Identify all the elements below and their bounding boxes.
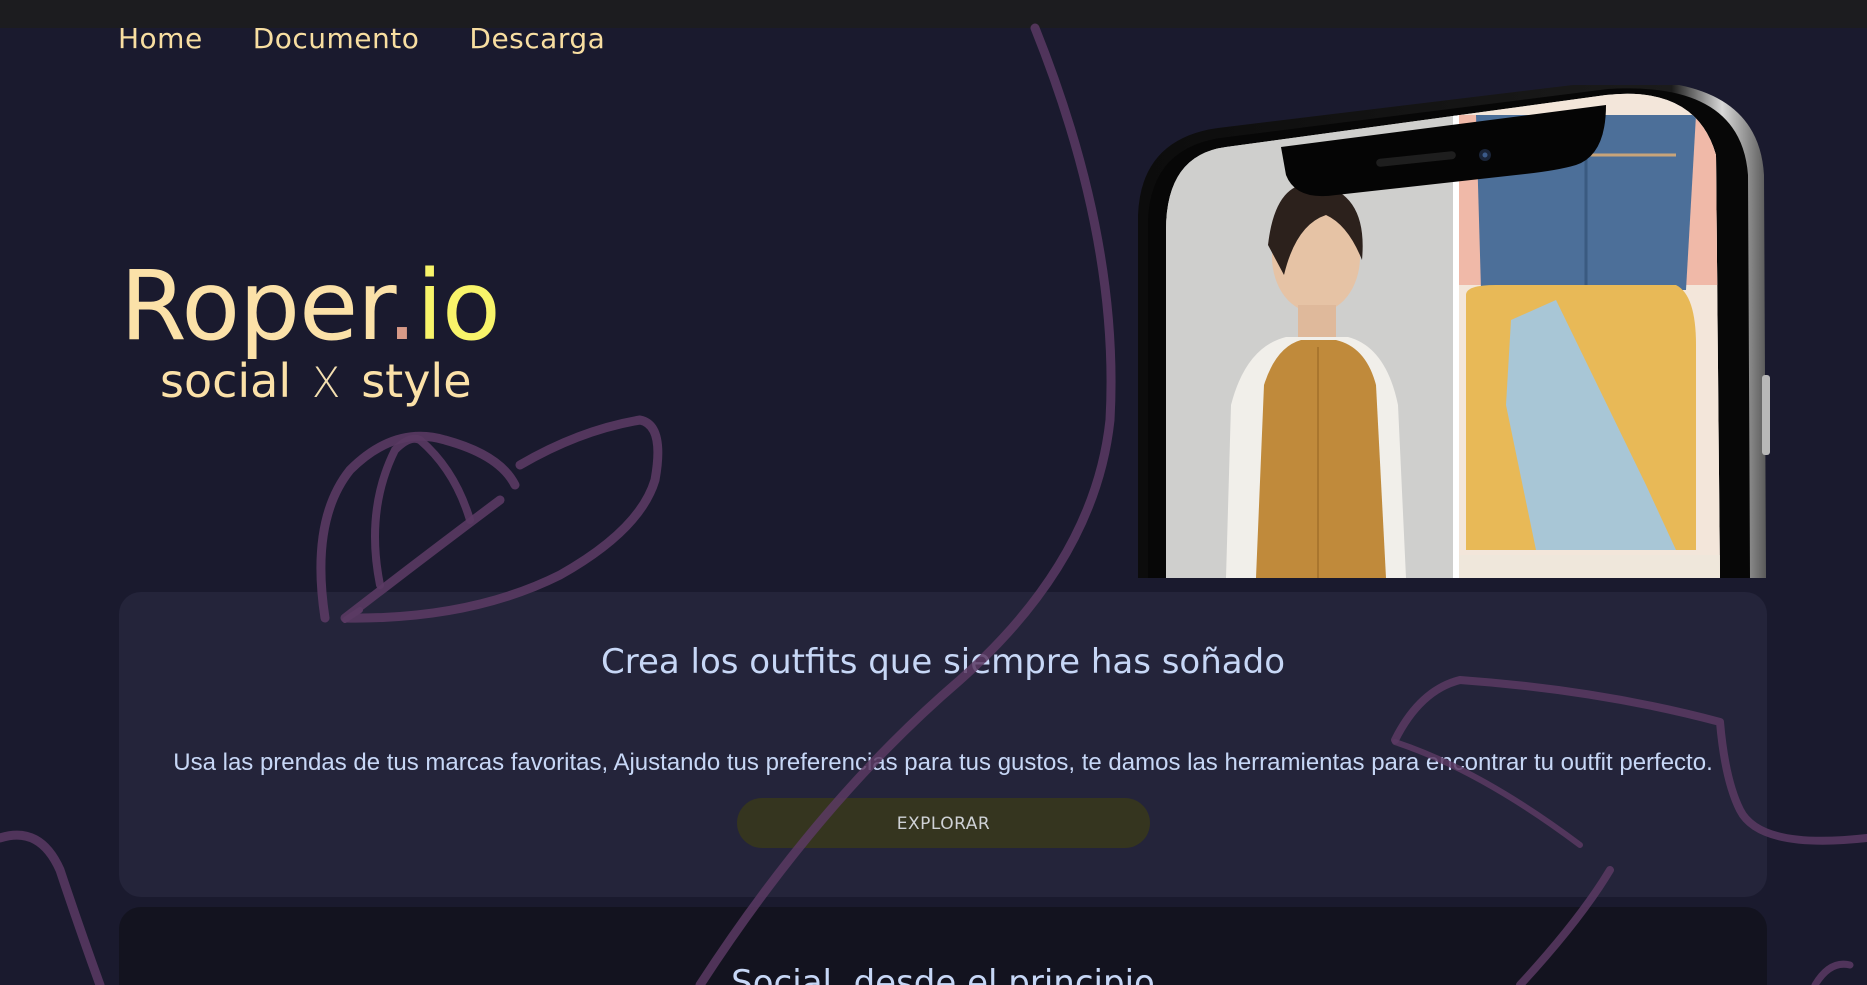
- brand-tagline: social X style: [160, 354, 500, 410]
- social-card: Social, desde el principio: [119, 907, 1767, 985]
- brand-title: Roper.io: [120, 258, 501, 354]
- hero-heading: Crea los outfits que siempre has soñado: [600, 642, 1286, 682]
- explore-button[interactable]: EXPLORAR: [737, 798, 1150, 848]
- tagline-social: social: [160, 354, 292, 408]
- brand-logo: Roper.io social X style: [120, 258, 501, 410]
- nav-home-link[interactable]: Home: [118, 22, 203, 55]
- brand-tld: io: [416, 250, 500, 362]
- brand-dot: .: [386, 250, 417, 362]
- social-heading: Social, desde el principio: [731, 963, 1155, 985]
- phone-mockup-image: [1138, 85, 1770, 578]
- main-nav: Home Documento Descarga: [118, 22, 605, 55]
- tagline-x: X: [311, 358, 341, 407]
- nav-documento-link[interactable]: Documento: [253, 22, 420, 55]
- tagline-style: style: [361, 354, 472, 408]
- nav-descarga-link[interactable]: Descarga: [469, 22, 605, 55]
- hero-description: Usa las prendas de tus marcas favoritas,…: [173, 749, 1713, 776]
- hero-card: Crea los outfits que siempre has soñado …: [119, 592, 1767, 897]
- brand-name: Roper: [120, 250, 388, 362]
